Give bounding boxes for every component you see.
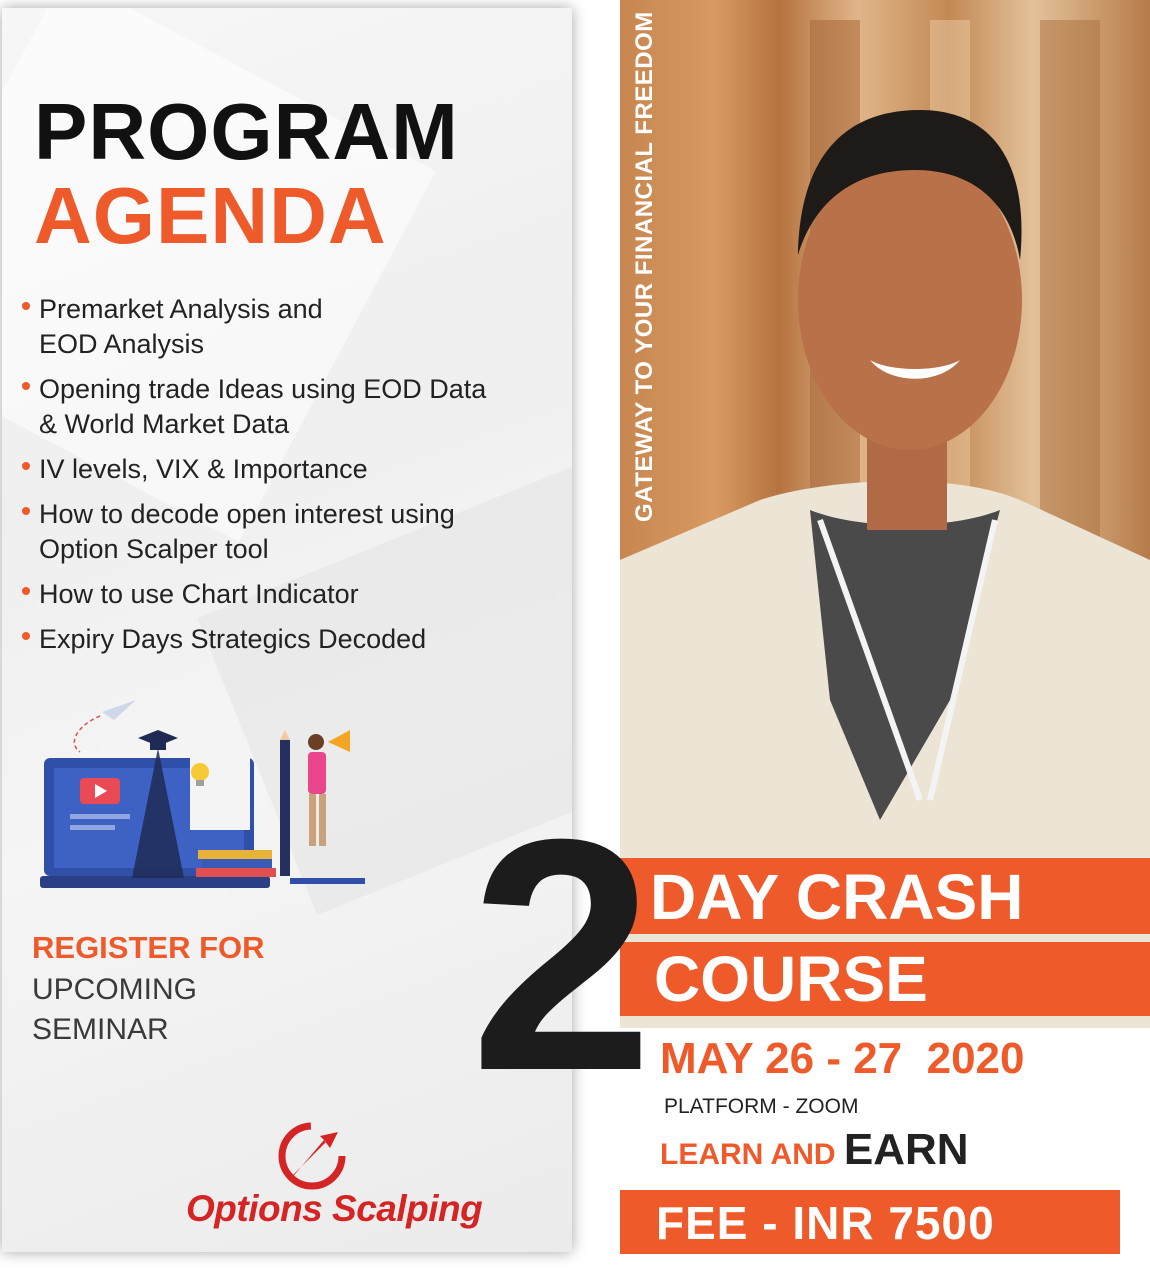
bullet-icon [22, 507, 30, 515]
play-video-icon [80, 778, 120, 804]
agenda-item-line2: & World Market Data [39, 409, 290, 439]
text-line [70, 825, 115, 830]
bullet-icon [22, 302, 30, 310]
agenda-item: IV levels, VIX & Importance [22, 452, 567, 487]
agenda-item-line1: Opening trade Ideas using EOD Data [39, 374, 487, 404]
agenda-item: How to decode open interest using Option … [22, 497, 567, 567]
course-platform: PLATFORM - ZOOM [664, 1095, 859, 1118]
agenda-item-line2: EOD Analysis [39, 329, 205, 359]
pencil-icon [280, 730, 290, 876]
earn-text: EARN [843, 1125, 969, 1174]
course-title-line1: DAY CRASH [650, 861, 1024, 933]
agenda-title-line2: AGENDA [34, 171, 387, 260]
tagline-vertical: GATEWAY TO YOUR FINANCIAL FREEDOM [631, 11, 658, 522]
register-heading: REGISTER FOR [32, 930, 265, 965]
agenda-item: How to use Chart Indicator [22, 577, 567, 612]
agenda-item-line1: How to decode open interest using [39, 499, 455, 529]
course-dates: MAY 26 - 27 2020 [660, 1034, 1025, 1083]
agenda-list: Premarket Analysis and EOD Analysis Openi… [22, 292, 567, 667]
elearning-illustration [40, 700, 365, 888]
bullet-icon [22, 587, 30, 595]
course-title-line2: COURSE [654, 943, 928, 1015]
fee-text: FEE - INR 7500 [656, 1197, 995, 1249]
agenda-item: Expiry Days Strategics Decoded [22, 622, 567, 657]
options-scalping-logo-icon [278, 1122, 346, 1190]
bullet-icon [22, 632, 30, 640]
bullet-icon [22, 462, 30, 470]
books-icon [196, 850, 276, 877]
learn-and-earn: LEARN AND EARN [660, 1128, 969, 1182]
agenda-item-line1: Expiry Days Strategics Decoded [39, 624, 427, 654]
agenda-item-line1: How to use Chart Indicator [39, 579, 359, 609]
megaphone-icon [328, 730, 350, 752]
register-line2: UPCOMING [32, 973, 197, 1006]
ground-line [290, 878, 365, 884]
learn-text: LEARN AND [660, 1138, 844, 1171]
agenda-item-line2: Option Scalper tool [39, 534, 269, 564]
brand-name: Options Scalping [186, 1188, 483, 1229]
agenda-item: Opening trade Ideas using EOD Data & Worl… [22, 372, 567, 442]
paper-plane-icon [73, 700, 136, 753]
paper-sheet [190, 750, 250, 830]
agenda-item-line1: IV levels, VIX & Importance [39, 454, 368, 484]
bullet-icon [22, 382, 30, 390]
agenda-title-line1: PROGRAM [34, 87, 459, 176]
agenda-item-line1: Premarket Analysis and [39, 294, 323, 324]
agenda-item: Premarket Analysis and EOD Analysis [22, 292, 567, 362]
course-day-count: 2 [470, 770, 654, 1139]
text-line [70, 814, 130, 819]
person-with-megaphone [308, 734, 326, 846]
register-line3: SEMINAR [32, 1013, 169, 1046]
